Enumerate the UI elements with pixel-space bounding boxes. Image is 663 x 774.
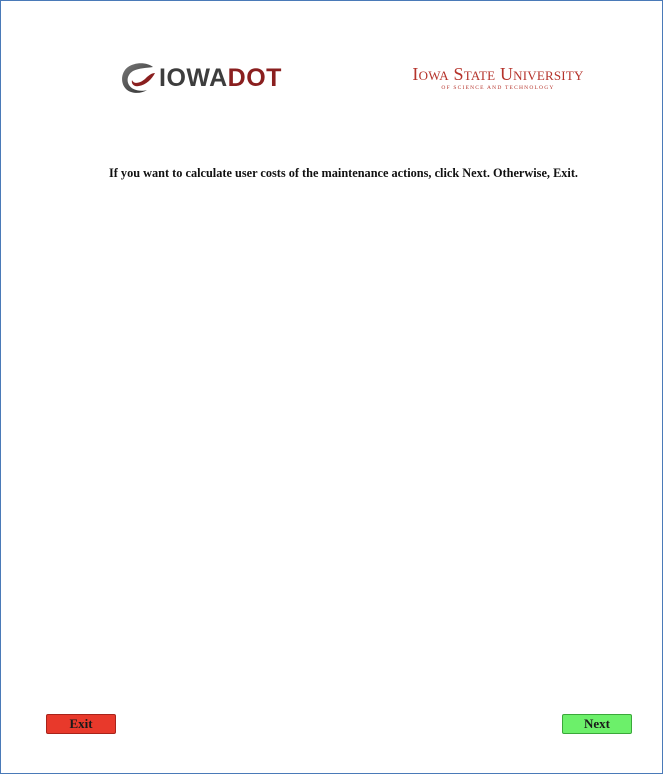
iowa-dot-logo: IOWADOT <box>119 61 282 95</box>
dialog-frame: IOWADOT Iowa State University OF SCIENCE… <box>0 0 663 774</box>
isu-logo-subtitle: OF SCIENCE AND TECHNOLOGY <box>441 85 555 91</box>
iowa-dot-logo-text-iowa: IOWA <box>159 64 228 92</box>
instruction-text: If you want to calculate user costs of t… <box>108 166 579 180</box>
iowa-dot-logo-text-dot: DOT <box>227 64 282 92</box>
isu-logo-name: Iowa State University <box>412 64 584 84</box>
isu-logo: Iowa State University OF SCIENCE AND TEC… <box>408 65 588 91</box>
exit-button-label: Exit <box>69 716 93 731</box>
next-button[interactable]: Next <box>562 714 632 734</box>
iowa-dot-swirl-icon <box>122 63 155 93</box>
exit-button[interactable]: Exit <box>46 714 116 734</box>
next-button-label: Next <box>584 716 610 731</box>
